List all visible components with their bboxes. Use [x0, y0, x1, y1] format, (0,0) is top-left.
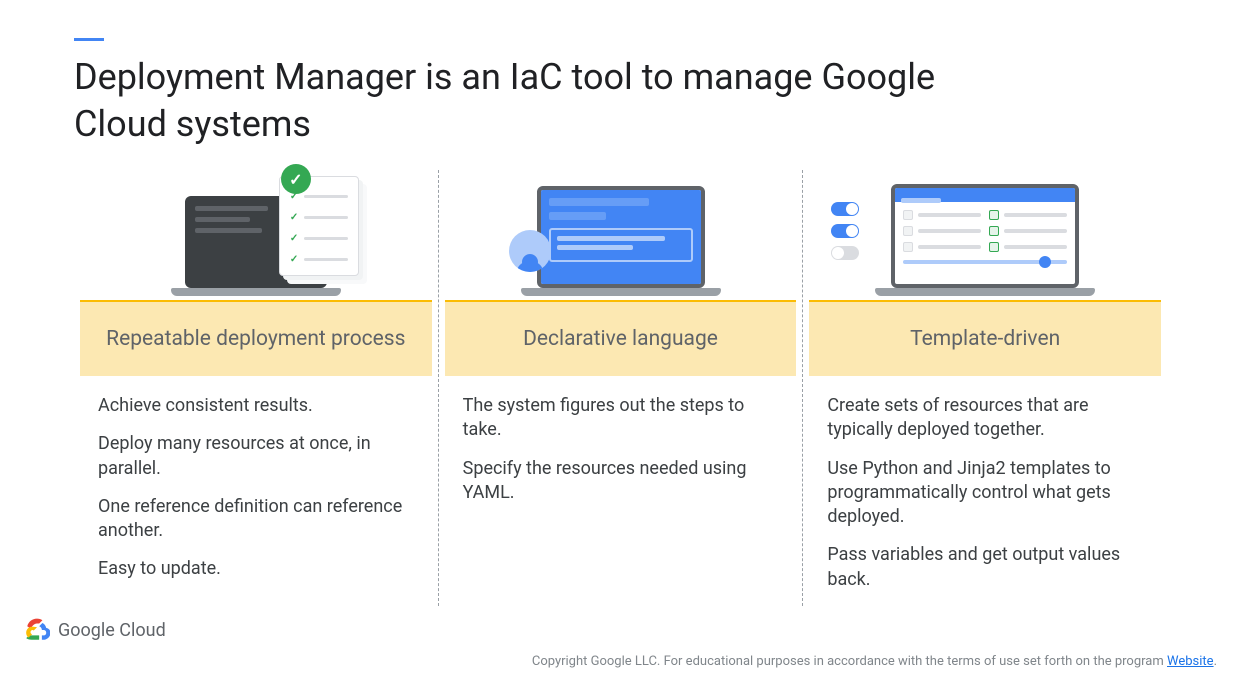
accent-bar [74, 38, 104, 41]
bullet-item: One reference definition can reference a… [98, 495, 422, 544]
bullet-item: Use Python and Jinja2 templates to progr… [827, 457, 1151, 530]
column-repeatable: ✓ ✓ ✓ ✓ ✓ Repeatable deployment process … [74, 170, 438, 606]
cloud-icon [24, 617, 50, 643]
check-badge-icon: ✓ [281, 164, 311, 194]
column-bullets: Create sets of resources that are typica… [809, 376, 1161, 592]
bullet-item: Pass variables and get output values bac… [827, 543, 1151, 592]
google-cloud-logo: Google Cloud [24, 617, 166, 643]
website-link[interactable]: Website [1167, 654, 1214, 669]
bullet-item: The system figures out the steps to take… [463, 394, 787, 443]
brand-text: Google Cloud [58, 620, 166, 641]
column-heading: Repeatable deployment process [80, 300, 432, 376]
bullet-item: Specify the resources needed using YAML. [463, 457, 787, 506]
column-bullets: The system figures out the steps to take… [445, 376, 797, 505]
column-heading: Declarative language [445, 300, 797, 376]
illustration-laptop-checklist: ✓ ✓ ✓ ✓ ✓ [80, 170, 432, 300]
illustration-laptop-declarative [445, 170, 797, 300]
bullet-item: Achieve consistent results. [98, 394, 422, 418]
bullet-item: Easy to update. [98, 557, 422, 581]
columns-container: ✓ ✓ ✓ ✓ ✓ Repeatable deployment process … [74, 170, 1167, 606]
illustration-laptop-template [809, 170, 1161, 300]
avatar-icon [509, 230, 551, 272]
toggles-icon [831, 202, 859, 260]
bullet-item: Deploy many resources at once, in parall… [98, 432, 422, 481]
column-bullets: Achieve consistent results. Deploy many … [80, 376, 432, 582]
bullet-item: Create sets of resources that are typica… [827, 394, 1151, 443]
column-declarative: Declarative language The system figures … [438, 170, 804, 606]
column-template: Template-driven Create sets of resources… [803, 170, 1167, 606]
slide-title: Deployment Manager is an IaC tool to man… [74, 54, 974, 148]
copyright-text: Copyright Google LLC. For educational pu… [532, 654, 1217, 669]
column-heading: Template-driven [809, 300, 1161, 376]
